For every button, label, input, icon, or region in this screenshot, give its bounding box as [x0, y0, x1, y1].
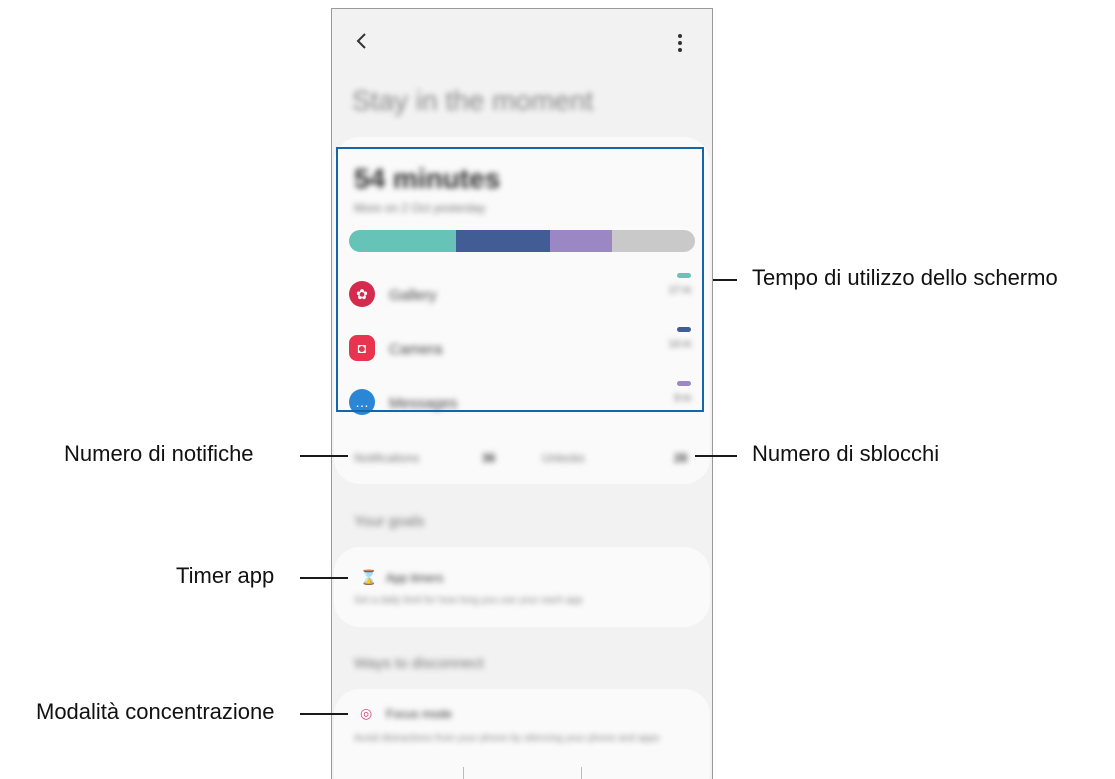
chat-bubble-icon: … — [349, 389, 375, 415]
app-row-camera[interactable]: ◘ Camera 14 m — [349, 327, 695, 365]
divider — [581, 767, 582, 779]
app-timers-desc: Set a daily limit for how long you use y… — [354, 595, 583, 606]
callout-line-unlocks — [695, 455, 737, 457]
gallery-flower-icon: ✿ — [349, 281, 375, 307]
goals-section-title: Your goals — [354, 513, 425, 530]
unlocks-value: 28 — [674, 451, 688, 465]
usage-bar-segment — [611, 230, 695, 252]
app-name: Messages — [389, 395, 458, 412]
hourglass-icon: ⌛ — [360, 569, 378, 585]
app-row-messages[interactable]: … Messages 9 m — [349, 381, 695, 419]
notifications-value: 36 — [482, 451, 496, 465]
notifications-label: Notifications — [354, 451, 420, 465]
app-timers-title: App timers — [386, 571, 444, 585]
app-time: 14 m — [668, 339, 691, 350]
app-timers-card[interactable] — [334, 547, 710, 627]
usage-dash — [677, 327, 691, 332]
callout-screen-time: Tempo di utilizzo dello schermo — [752, 265, 1058, 290]
usage-bar-segment — [349, 230, 457, 252]
total-screen-time: 54 minutes — [354, 163, 501, 194]
callout-line-app-timer — [300, 577, 348, 579]
callout-line-notifications — [300, 455, 348, 457]
focus-mode-desc: Avoid distractions from your phone by si… — [354, 733, 660, 744]
phone-screen: Stay in the moment 54 minutes More on 2 … — [331, 8, 713, 779]
callout-focus-mode: Modalità concentrazione — [36, 699, 275, 724]
usage-bar-segment — [549, 230, 612, 252]
callout-unlocks: Numero di sblocchi — [752, 441, 940, 466]
app-time: 9 m — [674, 393, 691, 404]
chevron-left-icon[interactable] — [350, 29, 374, 53]
app-name: Gallery — [389, 287, 437, 304]
more-vertical-icon[interactable] — [668, 31, 692, 55]
focus-target-icon: ◎ — [360, 705, 373, 721]
app-time: 17 m — [668, 285, 691, 296]
focus-mode-title: Focus mode — [386, 707, 453, 721]
app-row-gallery[interactable]: ✿ Gallery 17 m — [349, 273, 695, 311]
camera-icon: ◘ — [349, 335, 375, 361]
callout-notifications: Numero di notifiche — [64, 441, 254, 466]
app-name: Camera — [389, 341, 443, 358]
usage-dash — [677, 381, 691, 386]
screen-time-subtitle: More on 2 Oct yesterday — [354, 201, 486, 215]
page-title: Stay in the moment — [352, 85, 594, 116]
disconnect-section-title: Ways to disconnect — [354, 655, 484, 672]
usage-bar — [349, 230, 695, 252]
usage-dash — [677, 273, 691, 278]
callout-line-focus-mode — [300, 713, 348, 715]
callout-line-screen-time — [713, 279, 737, 281]
usage-bar-segment — [456, 230, 550, 252]
unlocks-label: Unlocks — [542, 451, 585, 465]
divider — [463, 767, 464, 779]
callout-app-timer: Timer app — [176, 563, 275, 588]
